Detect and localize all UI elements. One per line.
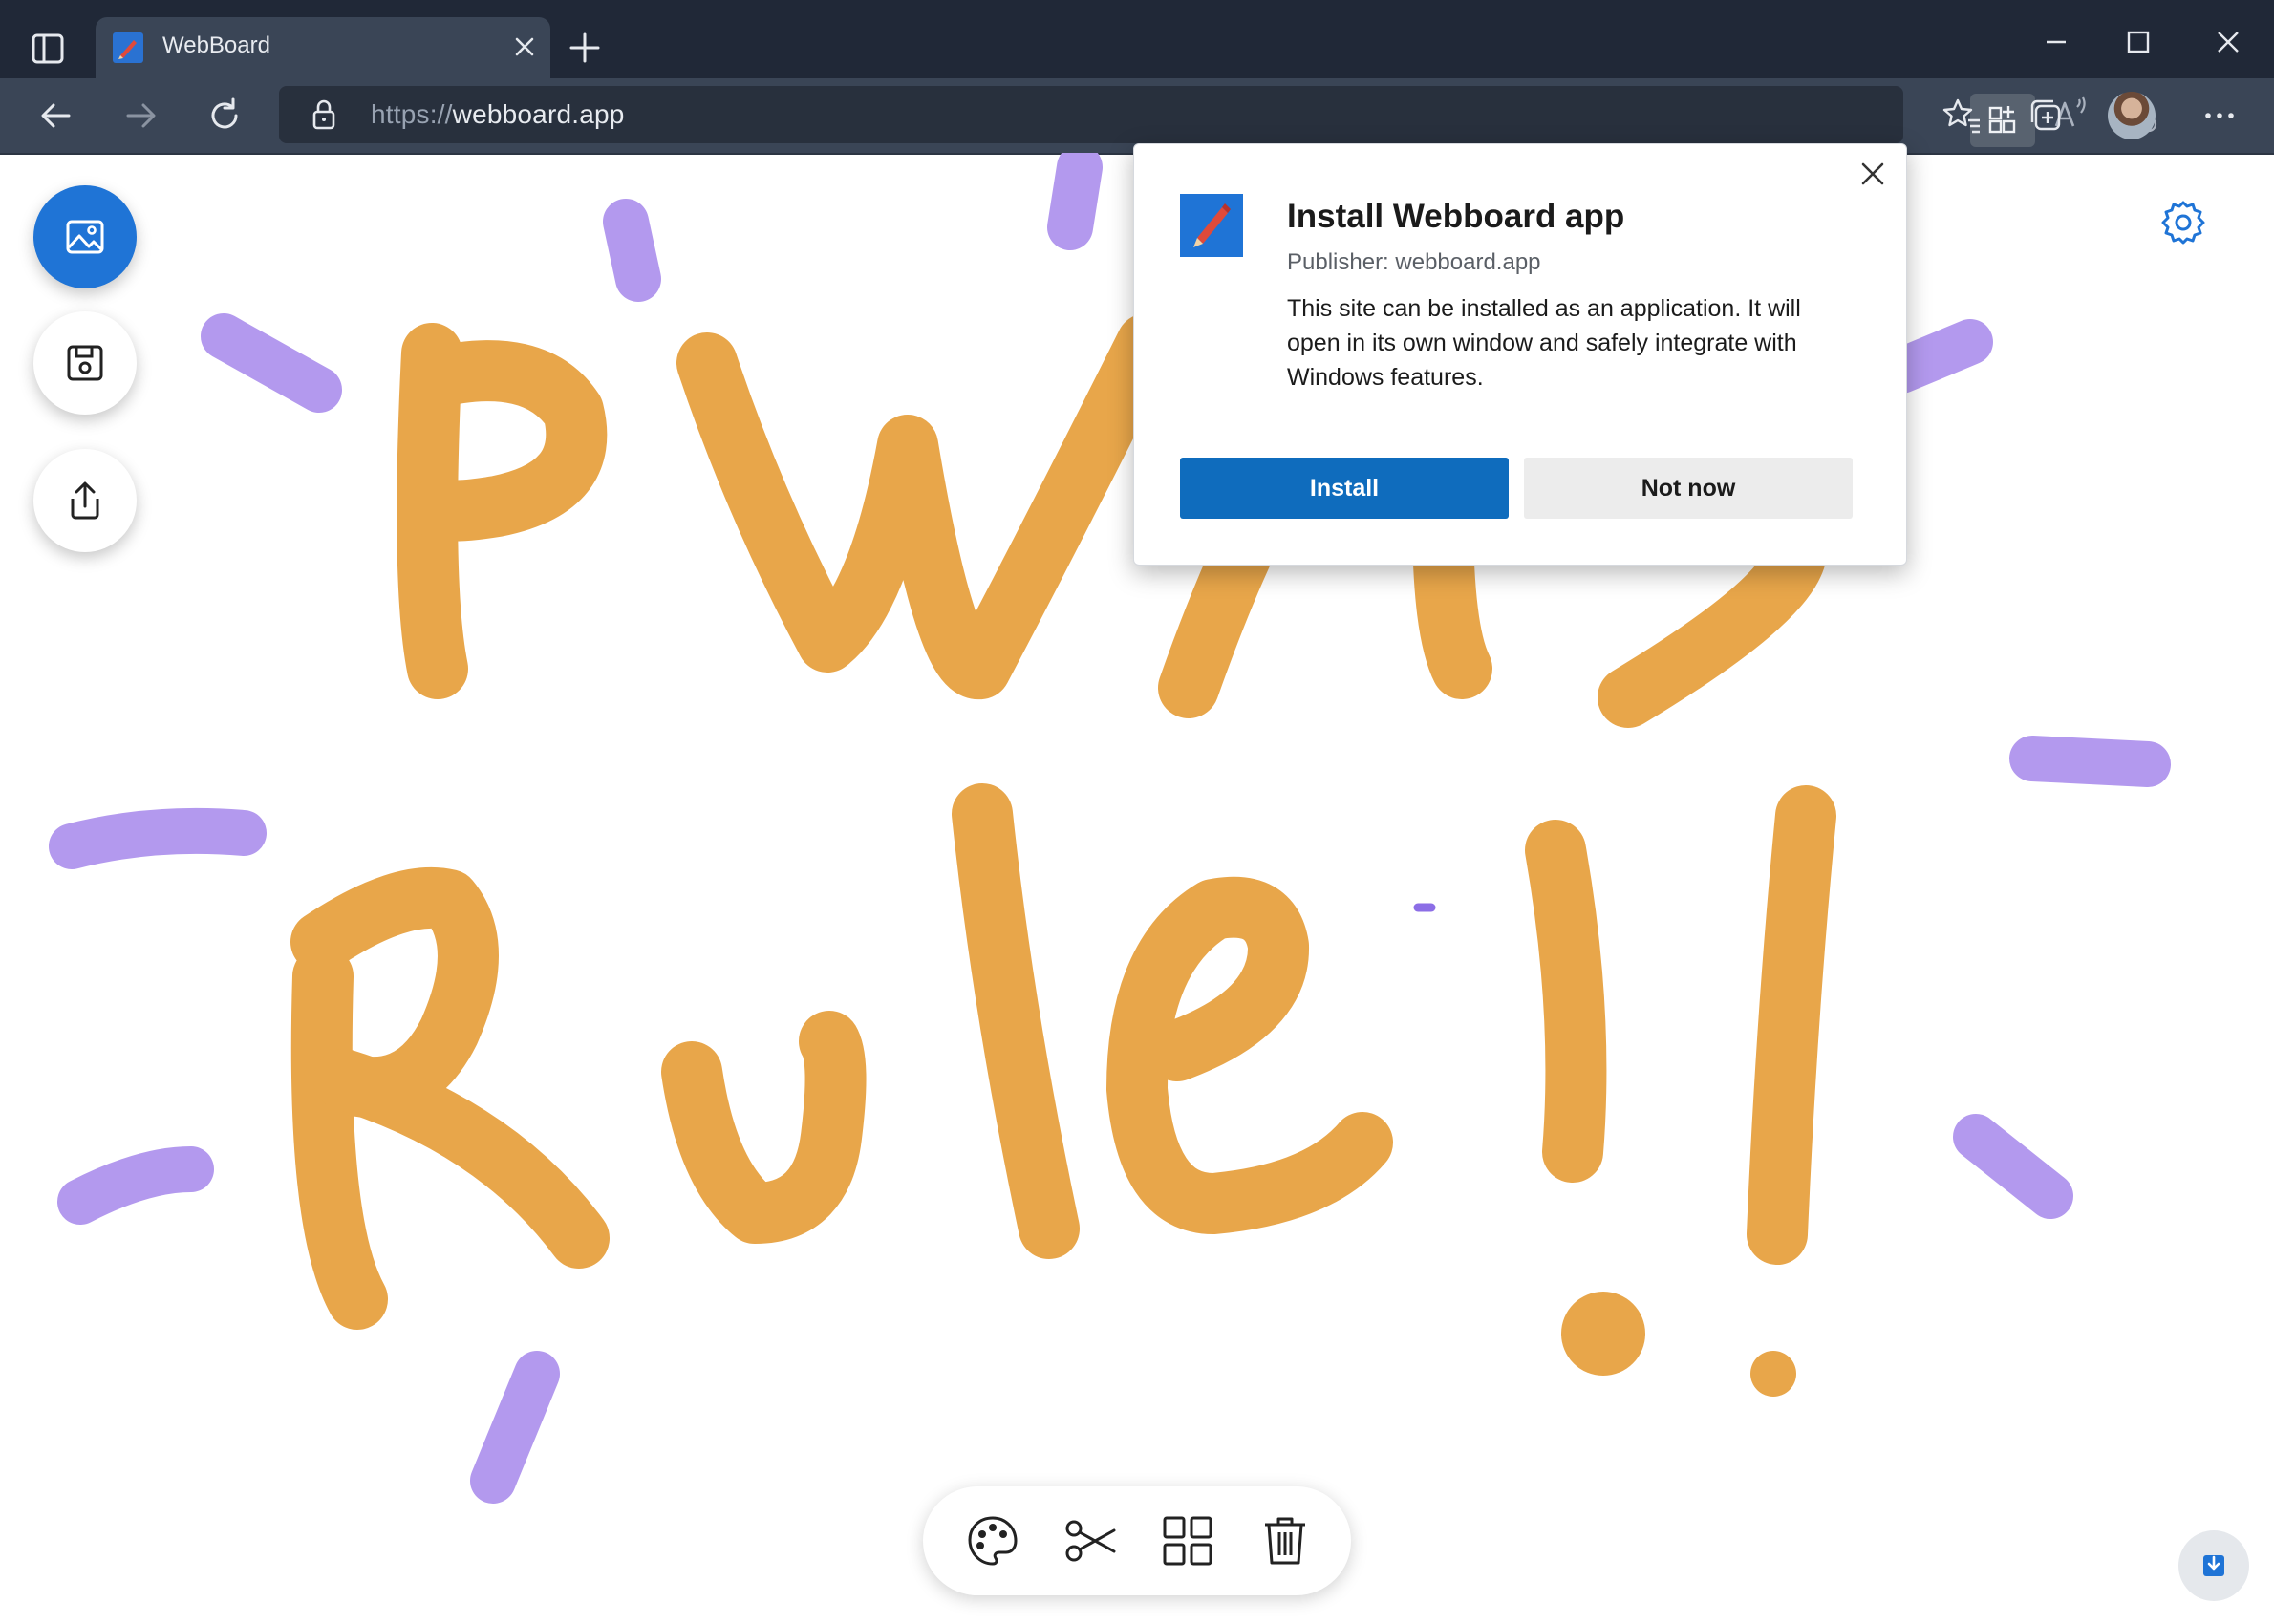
back-arrow-icon[interactable] (34, 94, 78, 138)
url-scheme: https:// (371, 99, 453, 129)
webboard-app-icon (1180, 194, 1243, 257)
refresh-icon[interactable] (203, 94, 247, 138)
gear-icon[interactable] (2159, 199, 2207, 246)
bottom-toolbar (923, 1486, 1351, 1595)
download-button[interactable] (2178, 1530, 2249, 1601)
minimize-icon[interactable] (2035, 21, 2077, 63)
more-options-icon[interactable] (2198, 94, 2242, 138)
share-button[interactable] (33, 449, 137, 552)
lock-icon[interactable] (308, 97, 340, 132)
share-icon (71, 481, 99, 520)
scissors-icon[interactable] (1062, 1513, 1118, 1569)
placeholder (1842, 92, 1886, 136)
trash-icon[interactable] (1257, 1513, 1313, 1569)
publisher-text: Publisher: webboard.app (1287, 249, 1541, 275)
tab-close-icon[interactable] (512, 34, 537, 59)
new-tab-icon[interactable] (564, 27, 606, 69)
close-icon[interactable] (1856, 158, 1889, 190)
tab-title: WebBoard (162, 32, 270, 58)
install-button[interactable]: Install (1180, 458, 1509, 519)
webboard-favicon-icon (113, 32, 143, 63)
image-icon (66, 220, 104, 254)
not-now-button[interactable]: Not now (1524, 458, 1853, 519)
install-app-dialog: Install Webboard app Publisher: webboard… (1133, 143, 1907, 566)
insert-image-button[interactable] (33, 185, 137, 288)
address-bar[interactable]: https://webboard.app (279, 86, 2157, 147)
forward-arrow-icon[interactable] (118, 94, 162, 138)
save-button[interactable] (33, 311, 137, 415)
browser-tab-active[interactable]: WebBoard (96, 17, 550, 78)
tab-actions-icon[interactable] (29, 29, 69, 69)
profile-avatar[interactable] (2108, 92, 2156, 139)
dialog-description: This site can be installed as an applica… (1287, 295, 1801, 391)
grid-icon[interactable] (1160, 1513, 1215, 1569)
url-host: webboard.app (452, 99, 625, 129)
download-icon (2203, 1555, 2224, 1576)
save-icon (67, 345, 103, 381)
palette-icon[interactable] (965, 1513, 1020, 1569)
favorites-icon[interactable] (1940, 94, 1984, 138)
collections-icon[interactable] (2024, 94, 2068, 138)
maximize-icon[interactable] (2117, 21, 2159, 63)
url-text[interactable]: https://webboard.app (371, 99, 625, 130)
title-bar: WebBoard (0, 0, 2274, 78)
window-close-icon[interactable] (2207, 21, 2249, 63)
dialog-title: Install Webboard app (1287, 198, 1625, 235)
